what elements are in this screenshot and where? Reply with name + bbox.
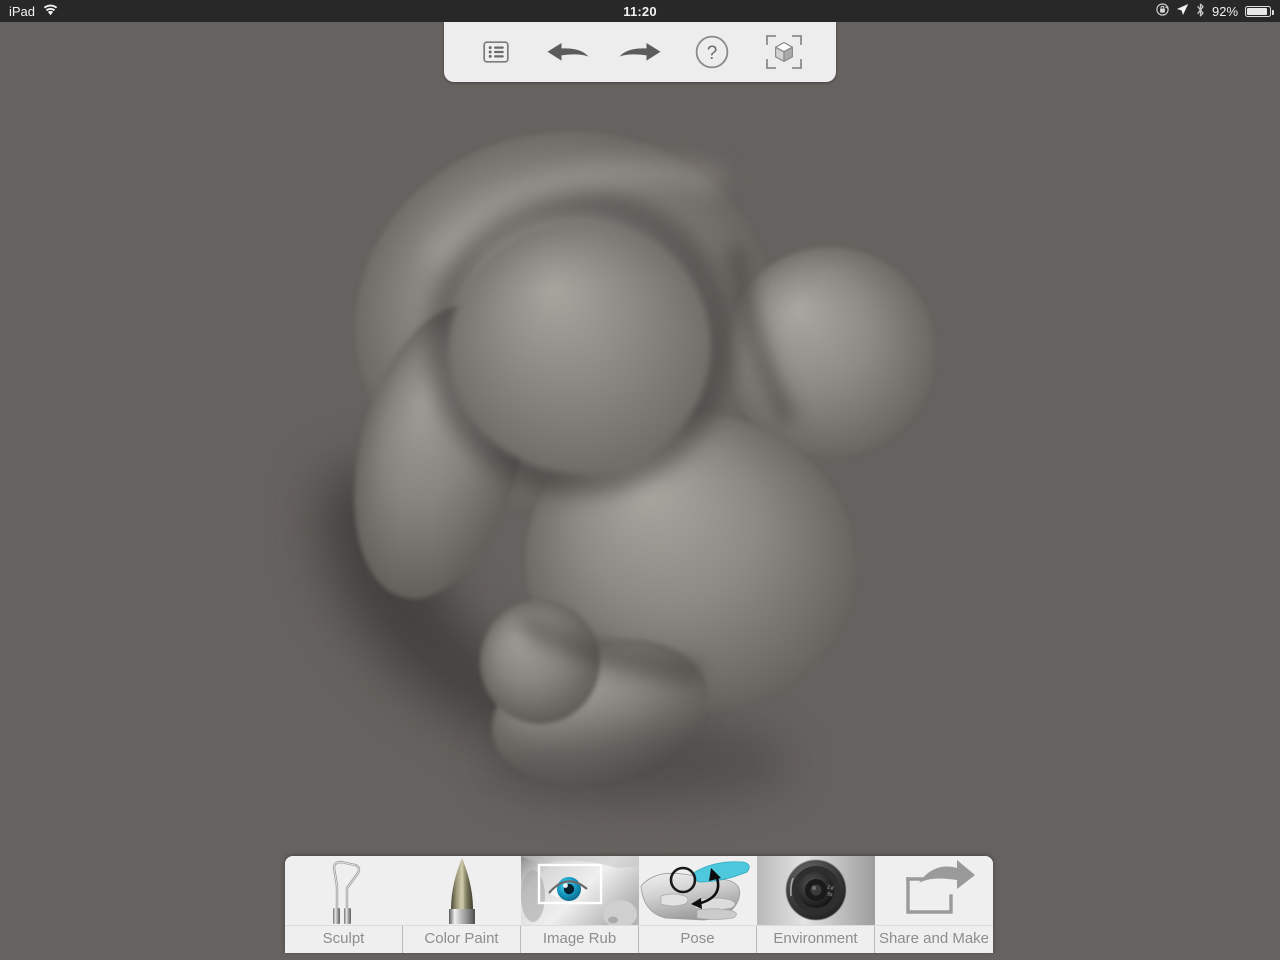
location-arrow-icon: [1176, 3, 1189, 19]
wire-loop-tool-icon: [285, 856, 403, 926]
battery-percent-label: 92%: [1212, 4, 1238, 19]
undo-button[interactable]: [544, 30, 592, 74]
image-rub-thumbnail: [521, 856, 639, 926]
top-toolbar: ?: [444, 22, 836, 82]
tool-environment-label: Environment: [757, 926, 874, 953]
tool-image-rub-label: Image Rub: [521, 926, 638, 953]
pose-thumbnail: [639, 856, 757, 926]
tool-sculpt[interactable]: Sculpt: [285, 856, 403, 953]
device-label: iPad: [9, 4, 35, 19]
tool-pose-label: Pose: [639, 926, 756, 953]
status-bar-right: 92%: [657, 3, 1280, 20]
redo-button[interactable]: [616, 30, 664, 74]
sculpt-thumbnail: [285, 856, 403, 926]
cube-frame-icon: [765, 34, 803, 70]
sculpt-viewport[interactable]: [0, 22, 1280, 960]
share-export-icon: [875, 856, 993, 926]
tool-pose[interactable]: Pose: [639, 856, 757, 953]
list-menu-icon: [483, 41, 509, 63]
app-root: iPad 11:20: [0, 0, 1280, 960]
bottom-tool-toolbar: Sculpt: [285, 856, 993, 953]
status-bar-left: iPad: [0, 4, 623, 19]
tool-environment[interactable]: 2.8 50 Environment: [757, 856, 875, 953]
svg-text:?: ?: [707, 43, 718, 64]
paint-brush-icon: [403, 856, 521, 926]
menu-list-button[interactable]: [472, 30, 520, 74]
battery-fill: [1247, 8, 1267, 15]
frame-view-button[interactable]: [760, 30, 808, 74]
tool-sculpt-label: Sculpt: [285, 926, 402, 953]
bluetooth-icon: [1196, 3, 1205, 20]
camera-lens-icon: 2.8 50: [757, 856, 875, 926]
status-bar-time: 11:20: [623, 4, 657, 19]
help-button[interactable]: ?: [688, 30, 736, 74]
battery-icon: [1245, 6, 1271, 17]
tool-color-paint[interactable]: Color Paint: [403, 856, 521, 953]
question-mark-circle-icon: ?: [695, 35, 729, 69]
status-bar: iPad 11:20: [0, 0, 1280, 22]
face-eye-photo-icon: [521, 856, 639, 926]
sculpt-model-canvas[interactable]: [0, 22, 1280, 960]
tool-image-rub[interactable]: Image Rub: [521, 856, 639, 953]
hand-rotate-icon: [639, 856, 757, 926]
tool-color-paint-label: Color Paint: [403, 926, 520, 953]
color-paint-thumbnail: [403, 856, 521, 926]
tool-share-and-make[interactable]: Share and Make: [875, 856, 993, 953]
environment-thumbnail: 2.8 50: [757, 856, 875, 926]
tool-share-and-make-label: Share and Make: [875, 926, 993, 953]
share-and-make-thumbnail: [875, 856, 993, 926]
undo-arrow-icon: [546, 39, 590, 65]
redo-arrow-icon: [618, 39, 662, 65]
rotation-lock-icon: [1156, 3, 1169, 19]
wifi-icon: [43, 4, 58, 19]
